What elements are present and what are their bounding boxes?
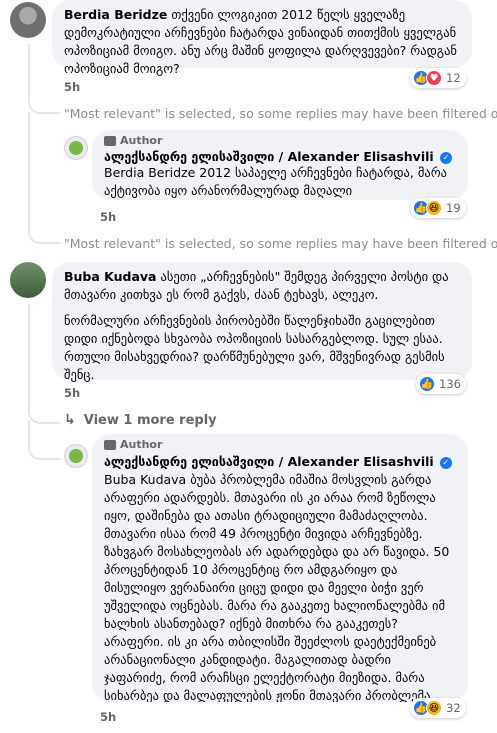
comment-text-paragraph-2: ნორმალური არჩევნების პირობებში წალენჯიხა… — [64, 313, 445, 382]
reaction-count: 136 — [439, 377, 461, 391]
verified-badge-icon: ✓ — [439, 456, 452, 469]
author-badge: Author — [104, 438, 456, 451]
filter-notice: "Most relevant" is selected, so some rep… — [64, 106, 497, 121]
reply-timestamp[interactable]: 5h — [100, 710, 116, 724]
reaction-summary[interactable]: 👍 ♥ 12 — [410, 68, 466, 88]
reply-body: ალექსანდრე ელისაშვილი / Alexander Elisas… — [104, 453, 456, 702]
thread-connector — [28, 432, 60, 460]
reaction-summary[interactable]: 👍 😆 19 — [410, 198, 466, 218]
reply-text: Berdia Beridze 2012 საპაელე არჩევნები ჩა… — [104, 165, 448, 198]
comment-bubble: Buba Kudava ასეთი „არჩევნების" შემდეგ პი… — [52, 262, 472, 382]
reply-author-name[interactable]: ალექსანდრე ელისაშვილი / Alexander Elisas… — [104, 149, 456, 164]
reaction-count: 12 — [446, 71, 461, 85]
reply-bubble: Author ალექსანდრე ელისაშვილი / Alexander… — [92, 434, 468, 702]
reply-bubble: Author ალექსანდრე ელისაშვილი / Alexander… — [92, 130, 468, 200]
author-logo-icon — [69, 141, 83, 155]
author-avatar[interactable] — [64, 136, 88, 160]
author-badge-label: Author — [120, 134, 163, 147]
comment-body: Berdia Beridze თქვენი ლოგიკით 2012 წელს … — [64, 6, 460, 78]
view-more-replies-link[interactable]: ↳ View 1 more reply — [64, 412, 217, 428]
author-badge: Author — [104, 134, 456, 147]
reply-arrow-icon: ↳ — [64, 412, 76, 428]
reply-timestamp[interactable]: 5h — [100, 210, 116, 224]
author-badge-icon — [104, 135, 116, 146]
verified-badge-icon: ✓ — [440, 151, 453, 164]
thread-line — [28, 304, 30, 412]
thread-connector — [28, 190, 60, 244]
filter-notice: "Most relevant" is selected, so some rep… — [64, 236, 497, 251]
reaction-count: 19 — [446, 201, 461, 215]
haha-icon: 😆 — [426, 200, 442, 216]
comment-body: Buba Kudava ასეთი „არჩევნების" შემდეგ პი… — [64, 268, 460, 304]
author-badge-icon — [104, 439, 116, 450]
thread-line — [28, 44, 30, 94]
thread-line — [28, 112, 30, 192]
avatar[interactable] — [10, 2, 46, 38]
comment-timestamp[interactable]: 5h — [64, 80, 80, 94]
thread-connector — [28, 90, 60, 114]
view-more-label: View 1 more reply — [83, 412, 217, 428]
reply-author-name[interactable]: ალექსანდრე ელისაშვილი / Alexander Elisas… — [104, 454, 434, 469]
like-icon: 👍 — [419, 376, 435, 392]
author-badge-label: Author — [120, 438, 163, 451]
reply-author-text[interactable]: ალექსანდრე ელისაშვილი / Alexander Elisas… — [104, 149, 434, 164]
author-avatar[interactable] — [64, 444, 88, 468]
reply-text: Buba Kudava ბუბა პრობლემა იმაშია მოსვლის… — [104, 472, 450, 702]
reaction-summary[interactable]: 👍 136 — [416, 374, 466, 394]
comment-author-name[interactable]: Berdia Beridze — [64, 7, 167, 22]
comment-author-name[interactable]: Buba Kudava — [64, 269, 157, 284]
comment-bubble: Berdia Beridze თქვენი ლოგიკით 2012 წელს … — [52, 0, 472, 76]
thread-connector — [28, 400, 60, 424]
love-icon: ♥ — [426, 70, 442, 86]
reaction-count: 32 — [446, 701, 461, 715]
author-logo-icon — [69, 449, 83, 463]
reaction-summary[interactable]: 👍 😆 32 — [410, 698, 466, 718]
comment-timestamp[interactable]: 5h — [64, 386, 80, 400]
avatar[interactable] — [10, 262, 46, 298]
haha-icon: 😆 — [426, 700, 442, 716]
